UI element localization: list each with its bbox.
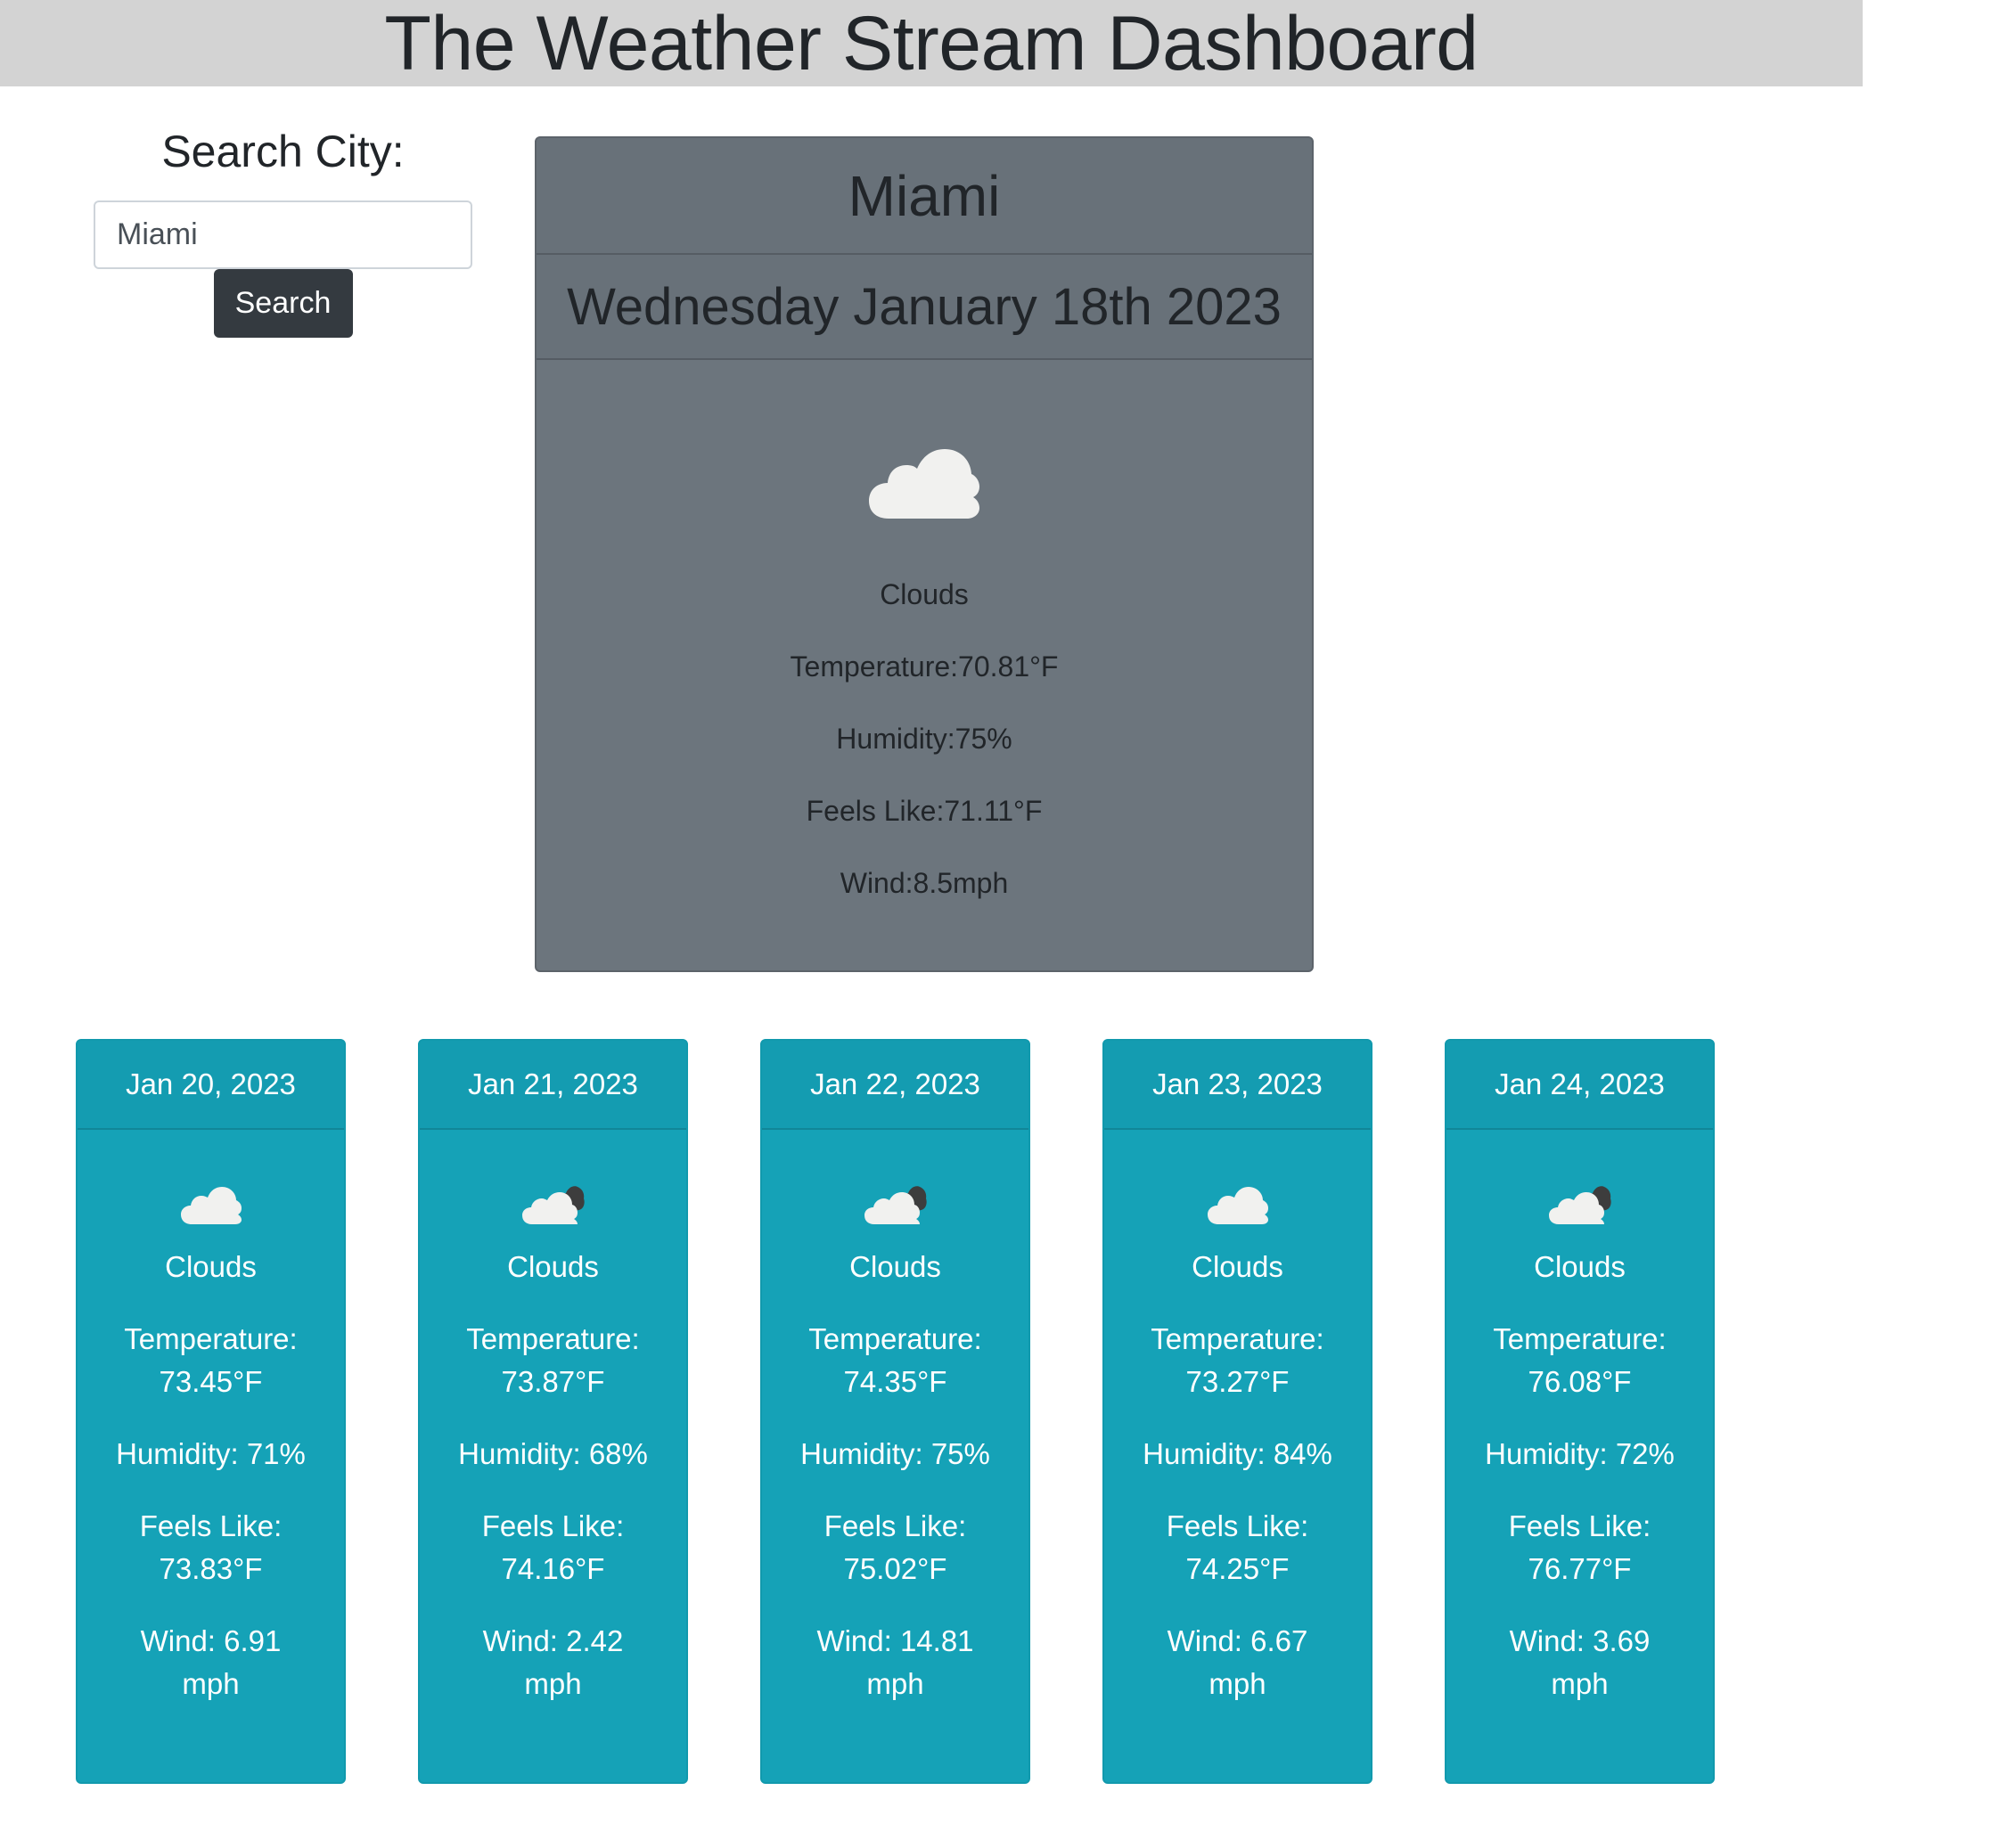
forecast-temperature-label: Temperature: xyxy=(1493,1322,1667,1355)
forecast-row: Jan 20, 2023 Clouds Temperature: 73.45°F… xyxy=(76,1039,1716,1784)
forecast-body: Clouds Temperature: 73.45°F Humidity: 71… xyxy=(78,1130,344,1705)
forecast-wind-label: Wind: 3.69 xyxy=(1509,1624,1651,1657)
forecast-wind-unit: mph xyxy=(524,1667,582,1700)
page-title: The Weather Stream Dashboard xyxy=(384,0,1479,86)
page-header: The Weather Stream Dashboard xyxy=(0,0,1863,86)
current-date-header: Wednesday January 18th 2023 xyxy=(537,255,1312,360)
forecast-feels-like: Feels Like: 76.77°F xyxy=(1500,1505,1660,1590)
forecast-date: Jan 20, 2023 xyxy=(78,1041,344,1130)
forecast-body: Clouds Temperature: 73.87°F Humidity: 68… xyxy=(420,1130,686,1705)
forecast-card: Jan 20, 2023 Clouds Temperature: 73.45°F… xyxy=(76,1039,346,1784)
forecast-card: Jan 23, 2023 Clouds Temperature: 73.27°F… xyxy=(1102,1039,1372,1784)
forecast-description: Clouds xyxy=(1192,1250,1283,1283)
forecast-humidity: Humidity: 71% xyxy=(116,1437,306,1470)
forecast-temperature-value: 76.08°F xyxy=(1528,1365,1632,1398)
forecast-feels-like: Feels Like: 75.02°F xyxy=(815,1505,976,1590)
forecast-temperature-label: Temperature: xyxy=(1151,1322,1324,1355)
cloud-icon xyxy=(180,1185,242,1226)
current-humidity: Humidity:75% xyxy=(836,723,1012,755)
current-wind: Wind:8.5mph xyxy=(840,867,1009,899)
forecast-wind: Wind: 14.81 mph xyxy=(807,1620,982,1705)
forecast-body: Clouds Temperature: 73.27°F Humidity: 84… xyxy=(1104,1130,1371,1705)
forecast-feels-like-label: Feels Like: xyxy=(823,1509,967,1542)
search-panel: Search City: Search xyxy=(94,125,472,338)
forecast-temperature-value: 74.35°F xyxy=(843,1365,947,1398)
forecast-humidity: Humidity: 75% xyxy=(800,1437,990,1470)
forecast-temperature: Temperature: 73.27°F xyxy=(1142,1318,1332,1403)
current-weather-body: Clouds Temperature:70.81°F Humidity:75% … xyxy=(537,360,1312,901)
forecast-wind-label: Wind: 14.81 xyxy=(816,1624,974,1657)
forecast-humidity: Humidity: 84% xyxy=(1143,1437,1332,1470)
forecast-wind-label: Wind: 6.91 xyxy=(140,1624,282,1657)
forecast-temperature-label: Temperature: xyxy=(124,1322,298,1355)
forecast-body: Clouds Temperature: 74.35°F Humidity: 75… xyxy=(762,1130,1028,1705)
forecast-wind: Wind: 6.91 mph xyxy=(132,1620,291,1705)
forecast-wind: Wind: 6.67 mph xyxy=(1159,1620,1317,1705)
forecast-feels-like-label: Feels Like: xyxy=(139,1509,283,1542)
forecast-wind: Wind: 3.69 mph xyxy=(1501,1620,1659,1705)
current-description: Clouds xyxy=(880,578,969,610)
forecast-card: Jan 21, 2023 Clouds Temperature: 73.87°F… xyxy=(418,1039,688,1784)
forecast-humidity: Humidity: 68% xyxy=(458,1437,648,1470)
forecast-description: Clouds xyxy=(507,1250,599,1283)
forecast-temperature: Temperature: 74.35°F xyxy=(799,1318,990,1403)
forecast-date: Jan 22, 2023 xyxy=(762,1041,1028,1130)
forecast-temperature-value: 73.45°F xyxy=(159,1365,263,1398)
forecast-feels-like-value: 74.16°F xyxy=(501,1552,605,1585)
forecast-humidity: Humidity: 72% xyxy=(1485,1437,1675,1470)
forecast-feels-like-label: Feels Like: xyxy=(1166,1509,1309,1542)
forecast-feels-like: Feels Like: 74.25°F xyxy=(1158,1505,1318,1590)
forecast-wind: Wind: 2.42 mph xyxy=(474,1620,633,1705)
forecast-feels-like-value: 76.77°F xyxy=(1528,1552,1632,1585)
broken-clouds-icon xyxy=(864,1185,927,1226)
forecast-description: Clouds xyxy=(849,1250,941,1283)
forecast-card: Jan 24, 2023 Clouds Temperature: 76.08°F… xyxy=(1445,1039,1715,1784)
current-date: Wednesday January 18th 2023 xyxy=(567,277,1282,336)
forecast-date: Jan 21, 2023 xyxy=(420,1041,686,1130)
forecast-wind-label: Wind: 6.67 xyxy=(1167,1624,1308,1657)
forecast-feels-like: Feels Like: 73.83°F xyxy=(131,1505,291,1590)
forecast-description: Clouds xyxy=(1534,1250,1626,1283)
forecast-feels-like-label: Feels Like: xyxy=(481,1509,625,1542)
search-input[interactable] xyxy=(94,200,472,269)
forecast-wind-unit: mph xyxy=(866,1667,924,1700)
forecast-feels-like-label: Feels Like: xyxy=(1508,1509,1651,1542)
forecast-date: Jan 24, 2023 xyxy=(1446,1041,1713,1130)
forecast-description: Clouds xyxy=(165,1250,257,1283)
forecast-wind-unit: mph xyxy=(182,1667,240,1700)
forecast-temperature: Temperature: 73.87°F xyxy=(457,1318,648,1403)
forecast-wind-unit: mph xyxy=(1551,1667,1609,1700)
search-button[interactable]: Search xyxy=(213,269,353,338)
forecast-date: Jan 23, 2023 xyxy=(1104,1041,1371,1130)
forecast-feels-like-value: 74.25°F xyxy=(1185,1552,1290,1585)
forecast-temperature-value: 73.27°F xyxy=(1185,1365,1290,1398)
forecast-temperature-value: 73.87°F xyxy=(501,1365,605,1398)
forecast-temperature-label: Temperature: xyxy=(466,1322,640,1355)
forecast-wind-unit: mph xyxy=(1209,1667,1266,1700)
cloud-icon xyxy=(1207,1185,1269,1226)
forecast-body: Clouds Temperature: 76.08°F Humidity: 72… xyxy=(1446,1130,1713,1705)
forecast-temperature-label: Temperature: xyxy=(808,1322,982,1355)
current-city: Miami xyxy=(848,163,1001,228)
forecast-temperature: Temperature: 73.45°F xyxy=(115,1318,306,1403)
broken-clouds-icon xyxy=(521,1185,585,1226)
forecast-feels-like-value: 75.02°F xyxy=(843,1552,947,1585)
forecast-feels-like-value: 73.83°F xyxy=(159,1552,263,1585)
broken-clouds-icon xyxy=(1548,1185,1611,1226)
search-label: Search City: xyxy=(161,127,405,176)
forecast-feels-like: Feels Like: 74.16°F xyxy=(473,1505,634,1590)
current-temperature: Temperature:70.81°F xyxy=(790,650,1059,683)
forecast-temperature: Temperature: 76.08°F xyxy=(1484,1318,1675,1403)
forecast-card: Jan 22, 2023 Clouds Temperature: 74.35°F… xyxy=(760,1039,1030,1784)
current-feels-like: Feels Like:71.11°F xyxy=(806,795,1043,827)
forecast-wind-label: Wind: 2.42 xyxy=(482,1624,624,1657)
cloud-icon xyxy=(869,449,979,520)
current-city-header: Miami xyxy=(537,138,1312,255)
current-weather-card: Miami Wednesday January 18th 2023 Clouds… xyxy=(535,136,1314,972)
